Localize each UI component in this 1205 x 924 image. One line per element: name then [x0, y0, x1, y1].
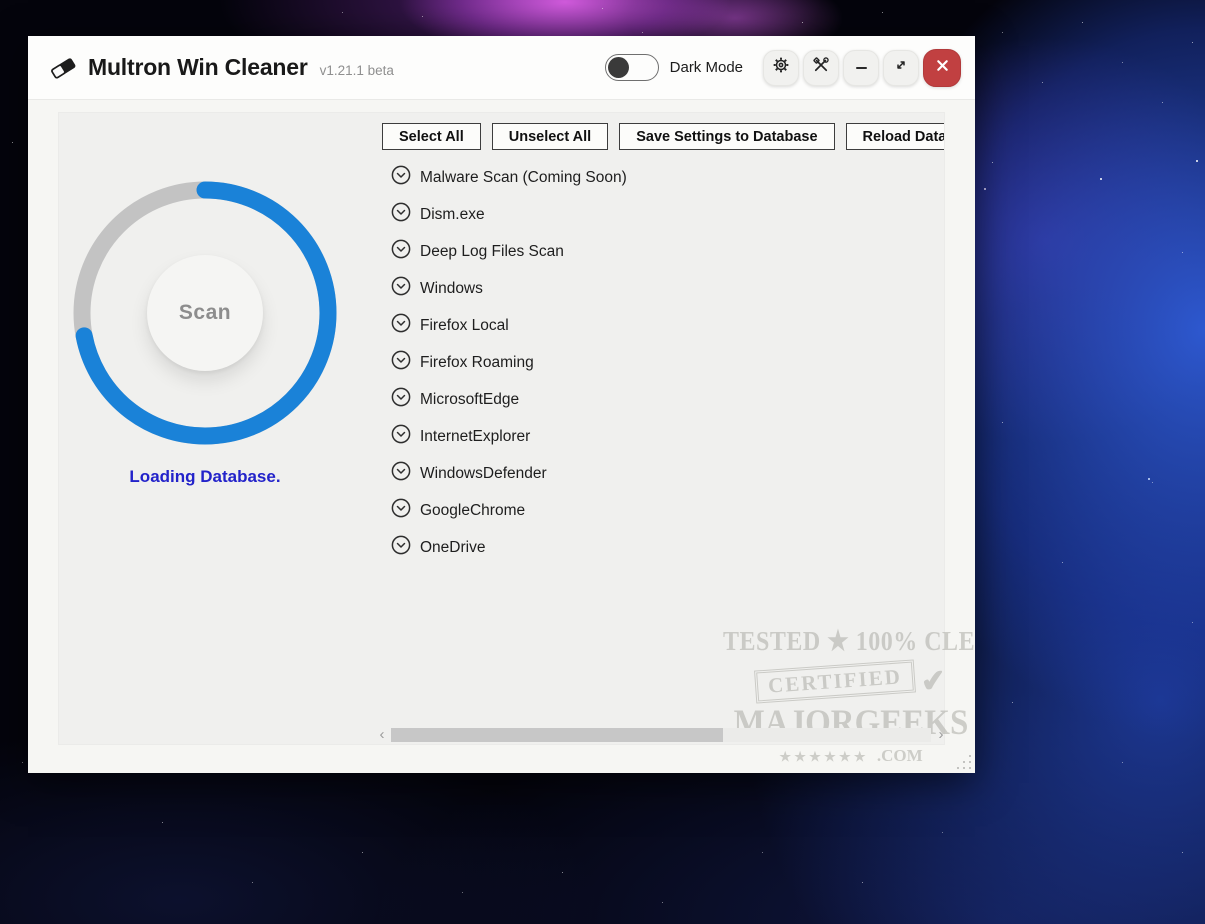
close-icon — [935, 58, 950, 78]
scan-item-label: Windows — [420, 280, 483, 298]
dark-mode-label: Dark Mode — [670, 59, 743, 76]
scan-item-label: Dism.exe — [420, 206, 485, 224]
chevron-down-circle-icon — [391, 313, 411, 338]
titlebar: Multron Win Cleaner v1.21.1 beta Dark Mo… — [28, 36, 975, 100]
starfield-bright — [0, 0, 2, 2]
app-window: Multron Win Cleaner v1.21.1 beta Dark Mo… — [28, 36, 975, 773]
scan-item-google-chrome[interactable]: GoogleChrome — [391, 492, 627, 529]
scan-item-malware-scan[interactable]: Malware Scan (Coming Soon) — [391, 159, 627, 196]
scan-item-label: Firefox Roaming — [420, 354, 534, 372]
scan-item-label: OneDrive — [420, 539, 485, 557]
scan-progress-ring: Scan — [70, 178, 340, 448]
scan-item-label: InternetExplorer — [420, 428, 530, 446]
toggle-knob — [608, 57, 629, 78]
chevron-down-circle-icon — [391, 276, 411, 301]
scroll-left-arrow[interactable]: ‹ — [375, 727, 389, 743]
settings-button[interactable] — [763, 50, 799, 86]
scan-item-firefox-local[interactable]: Firefox Local — [391, 307, 627, 344]
chevron-down-circle-icon — [391, 165, 411, 190]
tools-icon — [812, 56, 830, 79]
horizontal-scrollbar: ‹ › — [375, 727, 945, 743]
tools-button[interactable] — [803, 50, 839, 86]
chevron-down-circle-icon — [391, 239, 411, 264]
scan-item-microsoft-edge[interactable]: MicrosoftEdge — [391, 381, 627, 418]
scan-item-onedrive[interactable]: OneDrive — [391, 529, 627, 566]
app-version: v1.21.1 beta — [320, 58, 394, 78]
minimize-icon — [856, 67, 867, 69]
scan-item-dism[interactable]: Dism.exe — [391, 196, 627, 233]
minimize-button[interactable] — [843, 50, 879, 86]
scan-item-label: WindowsDefender — [420, 465, 547, 483]
watermark-stars: ★ ★ ★ ★ ★ ★ — [779, 749, 865, 764]
scan-item-label: Deep Log Files Scan — [420, 243, 564, 261]
scrollbar-track[interactable] — [391, 728, 931, 742]
chevron-down-circle-icon — [391, 424, 411, 449]
close-button[interactable] — [923, 49, 961, 87]
scan-status-text: Loading Database. — [59, 467, 351, 487]
select-all-button[interactable]: Select All — [382, 123, 481, 150]
unselect-all-button[interactable]: Unselect All — [492, 123, 608, 150]
gear-icon — [772, 56, 790, 79]
scan-item-windows[interactable]: Windows — [391, 270, 627, 307]
watermark-com: .COM — [877, 746, 923, 765]
chevron-down-circle-icon — [391, 498, 411, 523]
maximize-icon — [894, 58, 908, 77]
scan-item-label: MicrosoftEdge — [420, 391, 519, 409]
dark-mode-toggle[interactable] — [605, 54, 659, 81]
scan-category-list: Malware Scan (Coming Soon) Dism.exe Deep… — [391, 159, 627, 566]
scan-area: Scan Loading Database. — [59, 113, 351, 533]
save-settings-button[interactable]: Save Settings to Database — [619, 123, 834, 150]
chevron-down-circle-icon — [391, 535, 411, 560]
scan-item-label: Malware Scan (Coming Soon) — [420, 169, 627, 187]
maximize-button[interactable] — [883, 50, 919, 86]
scan-item-firefox-roaming[interactable]: Firefox Roaming — [391, 344, 627, 381]
scan-button-label: Scan — [179, 301, 231, 325]
app-logo-eraser-icon — [48, 55, 78, 81]
scan-button[interactable]: Scan — [147, 255, 263, 371]
toolbar: Select All Unselect All Save Settings to… — [382, 123, 945, 150]
chevron-down-circle-icon — [391, 350, 411, 375]
chevron-down-circle-icon — [391, 202, 411, 227]
content-panel: Select All Unselect All Save Settings to… — [58, 112, 945, 745]
scan-item-windows-defender[interactable]: WindowsDefender — [391, 455, 627, 492]
scan-item-label: Firefox Local — [420, 317, 509, 335]
scan-item-internet-explorer[interactable]: InternetExplorer — [391, 418, 627, 455]
resize-grip[interactable] — [957, 755, 971, 769]
scan-item-deep-log-files[interactable]: Deep Log Files Scan — [391, 233, 627, 270]
scan-item-label: GoogleChrome — [420, 502, 525, 520]
reload-database-button[interactable]: Reload Database — [846, 123, 945, 150]
scrollbar-thumb[interactable] — [391, 728, 723, 742]
chevron-down-circle-icon — [391, 461, 411, 486]
chevron-down-circle-icon — [391, 387, 411, 412]
scroll-right-arrow[interactable]: › — [934, 727, 945, 743]
app-title: Multron Win Cleaner — [88, 54, 308, 81]
